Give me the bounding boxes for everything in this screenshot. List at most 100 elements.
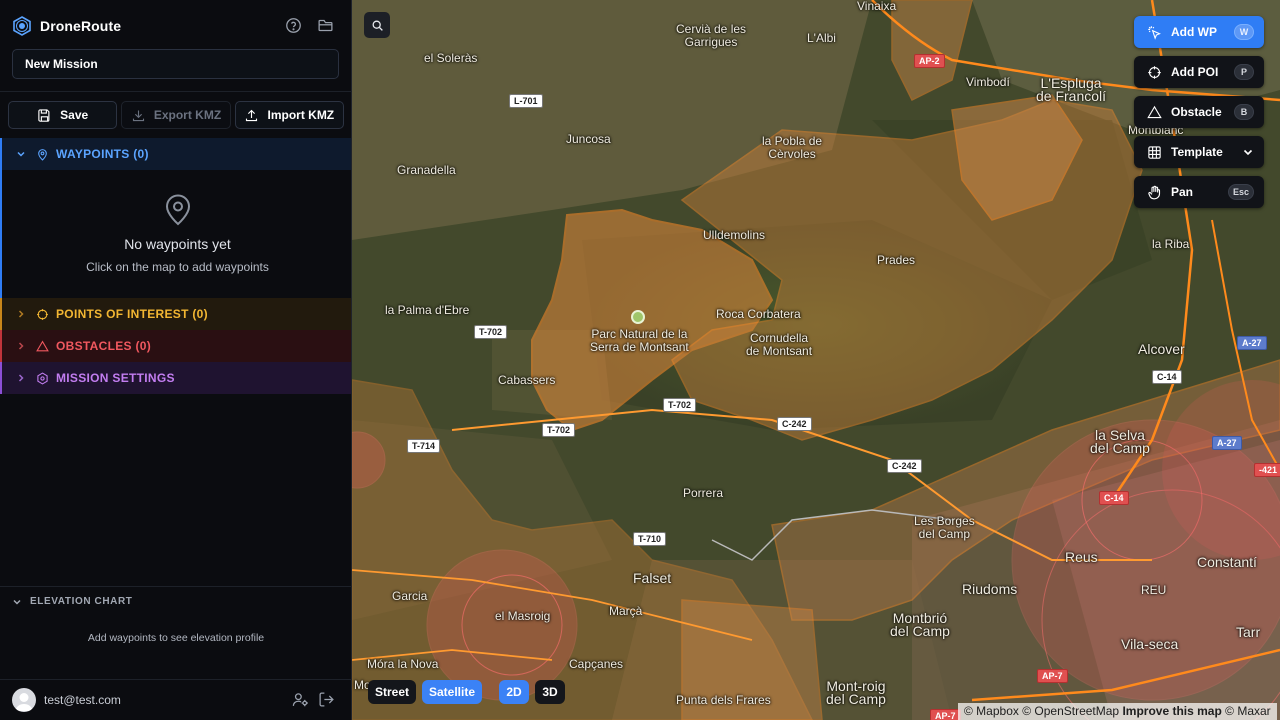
place-label: L'Albi	[807, 31, 836, 45]
file-actions: Save Export KMZ Import KMZ	[8, 101, 344, 129]
add-waypoint-tool[interactable]: Add WP W	[1134, 16, 1264, 48]
chevron-right-icon	[16, 309, 30, 319]
road-shield: T-702	[474, 325, 508, 339]
park-marker-icon[interactable]	[631, 310, 645, 324]
import-kmz-button[interactable]: Import KMZ	[234, 101, 344, 129]
mission-settings-section-header[interactable]: MISSION SETTINGS	[0, 362, 351, 394]
road-shield: T-702	[663, 398, 697, 412]
map-pin-icon	[165, 194, 191, 226]
import-label: Import KMZ	[267, 108, 335, 122]
satellite-layer-button[interactable]: Satellite	[422, 680, 482, 704]
sidebar: DroneRoute Save Export KMZ Import KMZ WA…	[0, 0, 352, 720]
place-label: Reus	[1065, 549, 1098, 565]
road-shield: C-242	[887, 459, 922, 473]
obstacle-tool[interactable]: Obstacle B	[1134, 96, 1264, 128]
poi-title: POINTS OF INTEREST (0)	[56, 307, 208, 321]
road-shield: L-701	[509, 94, 543, 108]
mission-name-input[interactable]	[12, 49, 339, 79]
tool-label: Pan	[1171, 185, 1194, 199]
chevron-down-icon	[16, 149, 30, 159]
place-label: L'Espluga de Francolí	[1036, 75, 1107, 104]
add-poi-tool[interactable]: Add POI P	[1134, 56, 1264, 88]
road-shield: A-27	[1237, 336, 1267, 350]
waypoints-section-header[interactable]: WAYPOINTS (0)	[0, 138, 351, 170]
pan-tool[interactable]: Pan Esc	[1134, 176, 1264, 208]
avatar[interactable]	[12, 688, 36, 712]
place-label: Mont-roig del Camp	[826, 678, 886, 707]
attribution-mapbox[interactable]: © Mapbox	[964, 704, 1019, 718]
place-label: Capçanes	[569, 657, 624, 671]
map-pin-icon	[36, 147, 50, 161]
place-label: Prades	[877, 253, 916, 267]
folder-icon[interactable]	[315, 15, 335, 35]
chevron-right-icon	[16, 341, 30, 351]
road-shield: AP-2	[914, 54, 945, 68]
chevron-down-icon	[1242, 146, 1254, 158]
warning-triangle-icon	[1147, 104, 1163, 120]
place-label: Riudoms	[962, 581, 1018, 597]
map-attribution: © Mapbox © OpenStreetMap Improve this ma…	[958, 703, 1277, 720]
poi-section-header[interactable]: POINTS OF INTEREST (0)	[0, 298, 351, 330]
shortcut-badge: B	[1234, 104, 1254, 120]
elevation-empty: Add waypoints to see elevation profile	[87, 632, 265, 644]
divider	[0, 91, 352, 92]
cursor-click-icon	[1147, 24, 1163, 40]
map-view[interactable]: Cervià de les Garrigues Vinaixa L'Albi el…	[352, 0, 1280, 720]
logout-icon[interactable]	[318, 691, 336, 709]
export-kmz-button[interactable]: Export KMZ	[121, 101, 231, 129]
road-shield: C-14	[1099, 491, 1129, 505]
place-label: Ulldemolins	[703, 228, 766, 242]
place-label: el Soleràs	[424, 51, 478, 65]
divider	[0, 586, 352, 587]
map-search-button[interactable]	[364, 12, 390, 38]
place-label: la Selva del Camp	[1090, 427, 1150, 456]
divider	[0, 679, 352, 680]
attribution-osm[interactable]: © OpenStreetMap	[1022, 704, 1119, 718]
shortcut-badge: Esc	[1227, 184, 1254, 200]
elevation-title: ELEVATION CHART	[30, 596, 133, 607]
place-label: REU	[1141, 583, 1167, 597]
save-button[interactable]: Save	[8, 101, 118, 129]
place-label: Garcia	[392, 589, 428, 603]
chevron-right-icon	[16, 373, 30, 383]
view-2d-button[interactable]: 2D	[499, 680, 529, 704]
place-label: Falset	[633, 570, 672, 586]
obstacles-title: OBSTACLES (0)	[56, 339, 152, 353]
view-3d-button[interactable]: 3D	[535, 680, 565, 704]
chevron-down-icon	[13, 599, 21, 605]
template-tool[interactable]: Template	[1134, 136, 1264, 168]
improve-map-link[interactable]: Improve this map	[1122, 704, 1221, 718]
obstacles-section-header[interactable]: OBSTACLES (0)	[0, 330, 351, 362]
user-email: test@test.com	[44, 693, 121, 707]
place-label: la Pobla de Cèrvoles	[762, 134, 823, 161]
place-label: Juncosa	[566, 132, 611, 146]
waypoints-title: WAYPOINTS (0)	[56, 147, 149, 161]
road-shield: C-14	[1152, 370, 1182, 384]
road-shield: -421	[1254, 463, 1280, 477]
place-label: Alcover	[1138, 341, 1185, 357]
mission-settings-title: MISSION SETTINGS	[56, 371, 175, 385]
place-label: Punta dels Frares	[676, 693, 771, 707]
place-label: Móra la Nova	[367, 657, 439, 671]
place-label: Tarr	[1236, 624, 1261, 640]
place-label: Constantí	[1197, 554, 1257, 570]
place-label: Roca Corbatera	[716, 307, 801, 321]
place-label: Cabassers	[498, 373, 556, 387]
grid-icon	[1147, 144, 1163, 160]
place-label: Vila-seca	[1121, 636, 1179, 652]
tool-label: Obstacle	[1171, 105, 1222, 119]
road-shield: T-710	[633, 532, 667, 546]
elevation-chart-header[interactable]: ELEVATION CHART	[12, 596, 133, 607]
export-label: Export KMZ	[153, 108, 222, 122]
save-icon	[38, 108, 50, 122]
help-icon[interactable]	[283, 15, 303, 35]
place-label: Montbrió del Camp	[890, 610, 950, 639]
brand: DroneRoute	[12, 14, 121, 38]
empty-title: No waypoints yet	[124, 236, 231, 252]
app-name: DroneRoute	[40, 18, 122, 34]
user-settings-icon[interactable]	[292, 691, 310, 709]
street-layer-button[interactable]: Street	[368, 680, 416, 704]
attribution-maxar[interactable]: © Maxar	[1225, 704, 1271, 718]
place-label: Vimbodí	[966, 75, 1010, 89]
drone-logo-icon	[13, 16, 31, 36]
